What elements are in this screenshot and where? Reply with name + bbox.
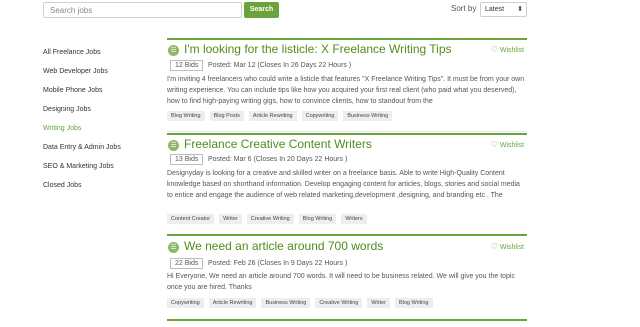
job-title[interactable]: I'm looking for the listicle: X Freelanc… — [184, 42, 452, 56]
job-circle-icon: ☰ — [168, 45, 179, 56]
wishlist-label: Wishlist — [499, 142, 524, 149]
sidebar-item-designing-jobs[interactable]: Designing Jobs — [43, 105, 163, 124]
search-button[interactable]: Search — [244, 2, 279, 18]
job-description: I'm inviting 4 freelancers who could wri… — [167, 76, 525, 105]
tag[interactable]: Creative Writing — [315, 298, 363, 308]
sidebar-item-data-entry-admin-jobs[interactable]: Data Entry & Admin Jobs — [43, 143, 163, 162]
wishlist-button[interactable]: ♡ Wishlist — [491, 242, 524, 251]
job-card: ☰ Freelance Creative Content Writers ♡ Wi… — [167, 133, 527, 229]
sidebar-item-mobile-phone-jobs[interactable]: Mobile Phone Jobs — [43, 86, 163, 105]
tag[interactable]: Blog Writing — [394, 298, 433, 308]
job-card-divider — [167, 319, 527, 321]
posted-date: Posted: Mar 12 (Closes In 26 Days 22 Hou… — [208, 62, 352, 69]
wishlist-button[interactable]: ♡ Wishlist — [491, 45, 524, 54]
tag[interactable]: Writers — [341, 214, 367, 224]
tag[interactable]: Content Creator — [167, 214, 215, 224]
sort-select[interactable]: Latest ⬍ — [480, 2, 527, 17]
job-title[interactable]: Freelance Creative Content Writers — [184, 137, 372, 151]
tag[interactable]: Blog Posts — [209, 111, 244, 121]
tag[interactable]: Creative Writing — [246, 214, 294, 224]
wishlist-label: Wishlist — [499, 244, 524, 251]
tag[interactable]: Copywriting — [167, 298, 204, 308]
tag[interactable]: Business Writing — [261, 298, 311, 308]
job-card-top-border — [167, 38, 527, 40]
heart-icon: ♡ — [490, 45, 498, 54]
sidebar-item-writing-jobs[interactable]: Writing Jobs — [43, 124, 163, 143]
posted-date: Posted: Feb 26 (Closes In 9 Days 22 Hour… — [208, 260, 348, 267]
posted-date: Posted: Mar 6 (Closes In 20 Days 22 Hour… — [208, 156, 348, 163]
job-circle-icon: ☰ — [168, 140, 179, 151]
job-tags: Blog Writing Blog Posts Article Rewritin… — [167, 111, 393, 121]
heart-icon: ♡ — [490, 140, 498, 149]
job-card: ☰ I'm looking for the listicle: X Freela… — [167, 38, 527, 132]
bids-badge: 22 Bids — [170, 258, 204, 269]
tag[interactable]: Writer — [219, 214, 242, 224]
heart-icon: ♡ — [490, 242, 498, 251]
sort-label: Sort by — [451, 4, 477, 13]
tag[interactable]: Blog Writing — [167, 111, 205, 121]
tag[interactable]: Article Rewriting — [208, 298, 257, 308]
chevron-down-icon: ⬍ — [517, 6, 523, 13]
tag[interactable]: Article Rewriting — [248, 111, 297, 121]
bids-badge: 13 Bids — [170, 154, 204, 165]
job-circle-icon: ☰ — [168, 242, 179, 253]
tag[interactable]: Blog Writing — [298, 214, 337, 224]
job-title[interactable]: We need an article around 700 words — [184, 239, 383, 253]
wishlist-button[interactable]: ♡ Wishlist — [491, 140, 524, 149]
job-description: Designyday is looking for a creative and… — [167, 170, 520, 199]
sidebar-item-closed-jobs[interactable]: Closed Jobs — [43, 181, 163, 200]
job-card-top-border — [167, 133, 527, 135]
tag[interactable]: Copywriting — [301, 111, 339, 121]
search-input[interactable] — [43, 2, 242, 18]
job-card-divider — [167, 131, 527, 132]
job-card-top-border — [167, 234, 527, 236]
tag[interactable]: Business Writing — [343, 111, 393, 121]
sidebar-item-seo-marketing-jobs[interactable]: SEO & Marketing Jobs — [43, 162, 163, 181]
tag[interactable]: Writer — [367, 298, 390, 308]
job-tags: Content Creator Writer Creative Writing … — [167, 214, 367, 224]
job-tags: Copywriting Article Rewriting Business W… — [167, 298, 433, 308]
job-description: Hi Everyone, We need an article around 7… — [167, 273, 515, 291]
category-sidebar: All Freelance Jobs Web Developer Jobs Mo… — [43, 48, 163, 200]
sidebar-item-web-developer-jobs[interactable]: Web Developer Jobs — [43, 67, 163, 86]
wishlist-label: Wishlist — [499, 47, 524, 54]
job-card: ☰ We need an article around 700 words ♡ W… — [167, 234, 527, 322]
sort-selected-value: Latest — [485, 6, 505, 13]
sidebar-item-all-freelance-jobs[interactable]: All Freelance Jobs — [43, 48, 163, 67]
bids-badge: 12 Bids — [170, 60, 204, 71]
